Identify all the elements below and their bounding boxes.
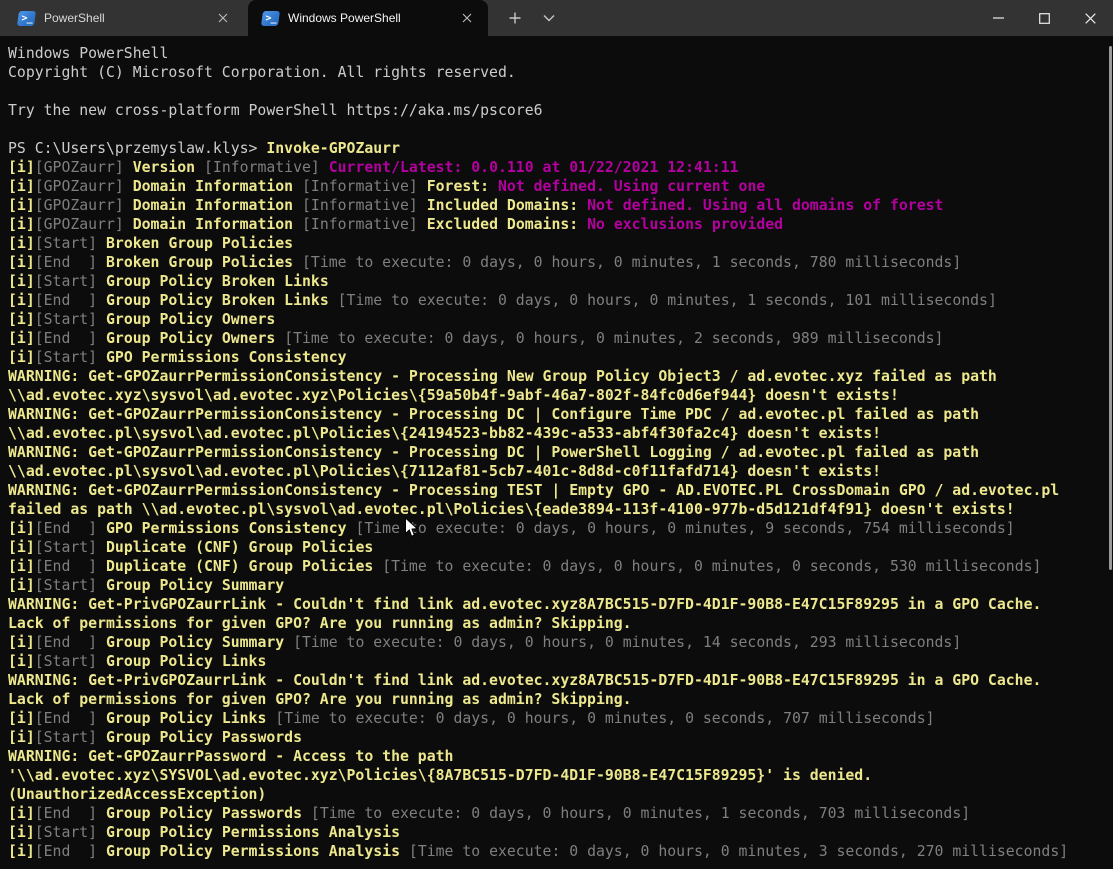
terminal-line: WARNING: Get-GPOZaurrPermissionConsisten… (8, 481, 1113, 500)
terminal-line: [i][End ] Group Policy Permissions Analy… (8, 842, 1113, 861)
terminal-line: WARNING: Get-GPOZaurrPermissionConsisten… (8, 405, 1113, 424)
terminal-line: WARNING: Get-PrivGPOZaurrLink - Couldn't… (8, 595, 1113, 614)
terminal-line: Copyright (C) Microsoft Corporation. All… (8, 63, 1113, 82)
terminal-line: \\ad.evotec.pl\sysvol\ad.evotec.pl\Polic… (8, 462, 1113, 481)
terminal-line (8, 120, 1113, 139)
terminal-line: [i][Start] Broken Group Policies (8, 234, 1113, 253)
minimize-button[interactable] (975, 0, 1021, 36)
terminal-line: [i][End ] GPO Permissions Consistency [T… (8, 519, 1113, 538)
terminal-line: (UnauthorizedAccessException) (8, 785, 1113, 804)
terminal-line: Lack of permissions for given GPO? Are y… (8, 690, 1113, 709)
titlebar-drag-area (566, 0, 975, 36)
terminal-line: Try the new cross-platform PowerShell ht… (8, 101, 1113, 120)
close-tab-icon[interactable] (456, 7, 478, 29)
terminal-line: [i][End ] Group Policy Passwords [Time t… (8, 804, 1113, 823)
close-window-button[interactable] (1067, 0, 1113, 36)
terminal-line (8, 82, 1113, 101)
terminal-line: [i][GPOZaurr] Version [Informative] Curr… (8, 158, 1113, 177)
close-tab-icon[interactable] (212, 7, 234, 29)
terminal-line: WARNING: Get-GPOZaurrPermissionConsisten… (8, 443, 1113, 462)
powershell-icon: >_ (262, 11, 279, 26)
terminal-line: [i][End ] Broken Group Policies [Time to… (8, 253, 1113, 272)
terminal-line: [i][GPOZaurr] Domain Information [Inform… (8, 177, 1113, 196)
terminal-line: failed as path \\ad.evotec.pl\sysvol\ad.… (8, 500, 1113, 519)
terminal-output: Windows PowerShellCopyright (C) Microsof… (8, 44, 1113, 861)
terminal-line: [i][GPOZaurr] Domain Information [Inform… (8, 215, 1113, 234)
tab-dropdown-button[interactable] (532, 0, 566, 36)
scrollbar-thumb[interactable] (1109, 46, 1112, 570)
terminal-line: [i][End ] Group Policy Owners [Time to e… (8, 329, 1113, 348)
tab-label: Windows PowerShell (288, 11, 447, 25)
terminal-line: [i][Start] Group Policy Broken Links (8, 272, 1113, 291)
titlebar: >_ PowerShell >_ Windows PowerShell (0, 0, 1113, 36)
terminal-line: [i][End ] Group Policy Links [Time to ex… (8, 709, 1113, 728)
powershell-icon: >_ (18, 11, 35, 26)
terminal-line: [i][Start] GPO Permissions Consistency (8, 348, 1113, 367)
terminal-line: [i][End ] Group Policy Summary [Time to … (8, 633, 1113, 652)
terminal-line: '\\ad.evotec.xyz\SYSVOL\ad.evotec.xyz\Po… (8, 766, 1113, 785)
terminal-line: Lack of permissions for given GPO? Are y… (8, 614, 1113, 633)
terminal-line: \\ad.evotec.pl\sysvol\ad.evotec.pl\Polic… (8, 424, 1113, 443)
terminal-line: [i][Start] Group Policy Links (8, 652, 1113, 671)
terminal-line: \\ad.evotec.xyz\sysvol\ad.evotec.xyz\Pol… (8, 386, 1113, 405)
terminal-line: Windows PowerShell (8, 44, 1113, 63)
terminal-line: [i][Start] Group Policy Passwords (8, 728, 1113, 747)
terminal-line: [i][Start] Duplicate (CNF) Group Policie… (8, 538, 1113, 557)
tab-label: PowerShell (44, 11, 203, 25)
terminal-line: [i][Start] Group Policy Summary (8, 576, 1113, 595)
terminal-line: [i][End ] Group Policy Broken Links [Tim… (8, 291, 1113, 310)
terminal-line: WARNING: Get-GPOZaurrPassword - Access t… (8, 747, 1113, 766)
terminal-line: [i][End ] Duplicate (CNF) Group Policies… (8, 557, 1113, 576)
maximize-button[interactable] (1021, 0, 1067, 36)
terminal-pane[interactable]: Windows PowerShellCopyright (C) Microsof… (0, 36, 1113, 869)
terminal-line: WARNING: Get-PrivGPOZaurrLink - Couldn't… (8, 671, 1113, 690)
terminal-line: PS C:\Users\przemyslaw.klys> Invoke-GPOZ… (8, 139, 1113, 158)
tab-powershell[interactable]: >_ PowerShell (4, 0, 244, 36)
terminal-line: WARNING: Get-GPOZaurrPermissionConsisten… (8, 367, 1113, 386)
terminal-line: [i][Start] Group Policy Permissions Anal… (8, 823, 1113, 842)
terminal-line: [i][GPOZaurr] Domain Information [Inform… (8, 196, 1113, 215)
tab-windows-powershell[interactable]: >_ Windows PowerShell (248, 0, 488, 36)
new-tab-button[interactable] (498, 0, 532, 36)
terminal-line: [i][Start] Group Policy Owners (8, 310, 1113, 329)
